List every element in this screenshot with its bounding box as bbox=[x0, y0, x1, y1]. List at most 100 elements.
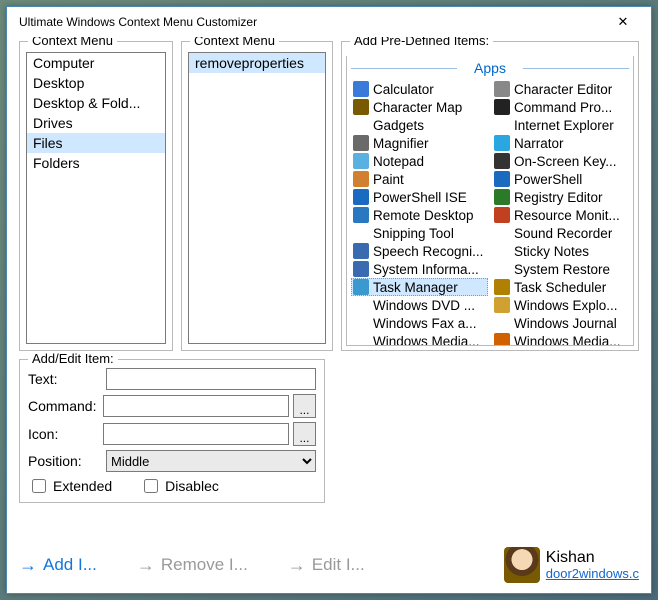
context-menu-group-1: Context Menu ComputerDesktopDesktop & Fo… bbox=[19, 41, 173, 351]
extended-check[interactable]: Extended bbox=[28, 476, 112, 496]
arrow-right-icon: → bbox=[19, 555, 37, 576]
context-menu-list-1[interactable]: ComputerDesktopDesktop & Fold...DrivesFi… bbox=[26, 52, 166, 344]
icon-input[interactable] bbox=[103, 423, 289, 445]
app-window: Ultimate Windows Context Menu Customizer… bbox=[6, 6, 652, 594]
app-icon bbox=[494, 153, 510, 169]
app-icon bbox=[494, 189, 510, 205]
app-icon bbox=[494, 135, 510, 151]
footer: → Add I... → Remove I... → Edit I... Kis… bbox=[7, 541, 651, 593]
app-icon bbox=[494, 225, 510, 241]
predefined-list[interactable]: Apps CalculatorCharacter EditorCharacter… bbox=[346, 56, 634, 346]
app-item[interactable]: Windows Explo... bbox=[492, 296, 629, 314]
group-label: Context Menu bbox=[190, 37, 279, 48]
app-item[interactable]: Gadgets bbox=[351, 116, 488, 134]
position-select[interactable]: Middle bbox=[106, 450, 316, 472]
app-icon bbox=[353, 333, 369, 346]
app-icon bbox=[494, 279, 510, 295]
app-item[interactable]: Character Editor bbox=[492, 80, 629, 98]
list-item[interactable]: Files bbox=[27, 133, 165, 153]
author-avatar-icon bbox=[504, 547, 540, 583]
app-item[interactable]: Windows Media... bbox=[351, 332, 488, 346]
app-icon bbox=[353, 171, 369, 187]
app-icon bbox=[494, 117, 510, 133]
list-item[interactable]: Folders bbox=[27, 153, 165, 173]
app-icon bbox=[353, 279, 369, 295]
app-item[interactable]: Sticky Notes bbox=[492, 242, 629, 260]
app-icon bbox=[494, 171, 510, 187]
app-icon bbox=[494, 333, 510, 346]
row-position: Position: Middle bbox=[28, 450, 316, 472]
app-icon bbox=[353, 189, 369, 205]
row-checks: Extended Disablec bbox=[28, 476, 316, 496]
close-button[interactable]: ✕ bbox=[603, 8, 643, 36]
app-item[interactable]: PowerShell ISE bbox=[351, 188, 488, 206]
apps-grid: CalculatorCharacter EditorCharacter MapC… bbox=[351, 80, 629, 346]
app-item[interactable]: System Restore bbox=[492, 260, 629, 278]
app-item[interactable]: Windows Fax a... bbox=[351, 314, 488, 332]
list-item[interactable]: Drives bbox=[27, 113, 165, 133]
apps-section-title: Apps bbox=[351, 60, 629, 76]
app-item[interactable]: Task Scheduler bbox=[492, 278, 629, 296]
row-text: Text: bbox=[28, 368, 316, 390]
disabled-checkbox[interactable] bbox=[144, 479, 158, 493]
app-icon bbox=[494, 99, 510, 115]
icon-label: Icon: bbox=[28, 426, 99, 442]
edit-item-button[interactable]: → Edit I... bbox=[288, 555, 365, 576]
app-item[interactable]: Internet Explorer bbox=[492, 116, 629, 134]
app-item[interactable]: Remote Desktop bbox=[351, 206, 488, 224]
author-link[interactable]: door2windows.c bbox=[546, 567, 639, 581]
app-item[interactable]: Task Manager bbox=[351, 278, 488, 296]
app-item[interactable]: Windows Media... bbox=[492, 332, 629, 346]
app-icon bbox=[353, 207, 369, 223]
app-item[interactable]: Narrator bbox=[492, 134, 629, 152]
add-edit-group: Add/Edit Item: Text: Command: ... Icon: … bbox=[19, 359, 325, 503]
author-name: Kishan bbox=[546, 549, 639, 567]
position-label: Position: bbox=[28, 453, 102, 469]
app-item[interactable]: PowerShell bbox=[492, 170, 629, 188]
app-item[interactable]: Snipping Tool bbox=[351, 224, 488, 242]
app-item[interactable]: Paint bbox=[351, 170, 488, 188]
group-label: Context Menu bbox=[28, 37, 117, 48]
app-item[interactable]: Character Map bbox=[351, 98, 488, 116]
app-item[interactable]: Speech Recogni... bbox=[351, 242, 488, 260]
list-item[interactable]: Desktop bbox=[27, 73, 165, 93]
disabled-check[interactable]: Disablec bbox=[140, 476, 219, 496]
app-item[interactable]: Sound Recorder bbox=[492, 224, 629, 242]
context-menu-list-2[interactable]: removeproperties bbox=[188, 52, 326, 344]
app-item[interactable]: System Informa... bbox=[351, 260, 488, 278]
group-label: Add/Edit Item: bbox=[28, 351, 118, 366]
app-icon bbox=[494, 315, 510, 331]
list-item[interactable]: Desktop & Fold... bbox=[27, 93, 165, 113]
app-icon bbox=[353, 153, 369, 169]
remove-item-button[interactable]: → Remove I... bbox=[137, 555, 248, 576]
icon-browse-button[interactable]: ... bbox=[293, 422, 316, 446]
command-input[interactable] bbox=[103, 395, 289, 417]
app-icon bbox=[353, 99, 369, 115]
app-icon bbox=[353, 243, 369, 259]
arrow-right-icon: → bbox=[288, 555, 306, 576]
app-item[interactable]: Calculator bbox=[351, 80, 488, 98]
list-item[interactable]: Computer bbox=[27, 53, 165, 73]
app-item[interactable]: Notepad bbox=[351, 152, 488, 170]
app-icon bbox=[353, 297, 369, 313]
app-item[interactable]: Registry Editor bbox=[492, 188, 629, 206]
list-item[interactable]: removeproperties bbox=[189, 53, 325, 73]
app-item[interactable]: On-Screen Key... bbox=[492, 152, 629, 170]
app-icon bbox=[353, 135, 369, 151]
app-icon bbox=[353, 261, 369, 277]
window-title: Ultimate Windows Context Menu Customizer bbox=[19, 15, 603, 29]
app-item[interactable]: Resource Monit... bbox=[492, 206, 629, 224]
app-item[interactable]: Windows Journal bbox=[492, 314, 629, 332]
app-icon bbox=[353, 81, 369, 97]
app-item[interactable]: Magnifier bbox=[351, 134, 488, 152]
app-item[interactable]: Command Pro... bbox=[492, 98, 629, 116]
credit-block: Kishan door2windows.c bbox=[504, 547, 639, 583]
row-icon: Icon: ... bbox=[28, 422, 316, 446]
app-item[interactable]: Windows DVD ... bbox=[351, 296, 488, 314]
extended-checkbox[interactable] bbox=[32, 479, 46, 493]
app-icon bbox=[494, 207, 510, 223]
text-input[interactable] bbox=[106, 368, 316, 390]
add-item-button[interactable]: → Add I... bbox=[19, 555, 97, 576]
app-icon bbox=[494, 243, 510, 259]
command-browse-button[interactable]: ... bbox=[293, 394, 316, 418]
